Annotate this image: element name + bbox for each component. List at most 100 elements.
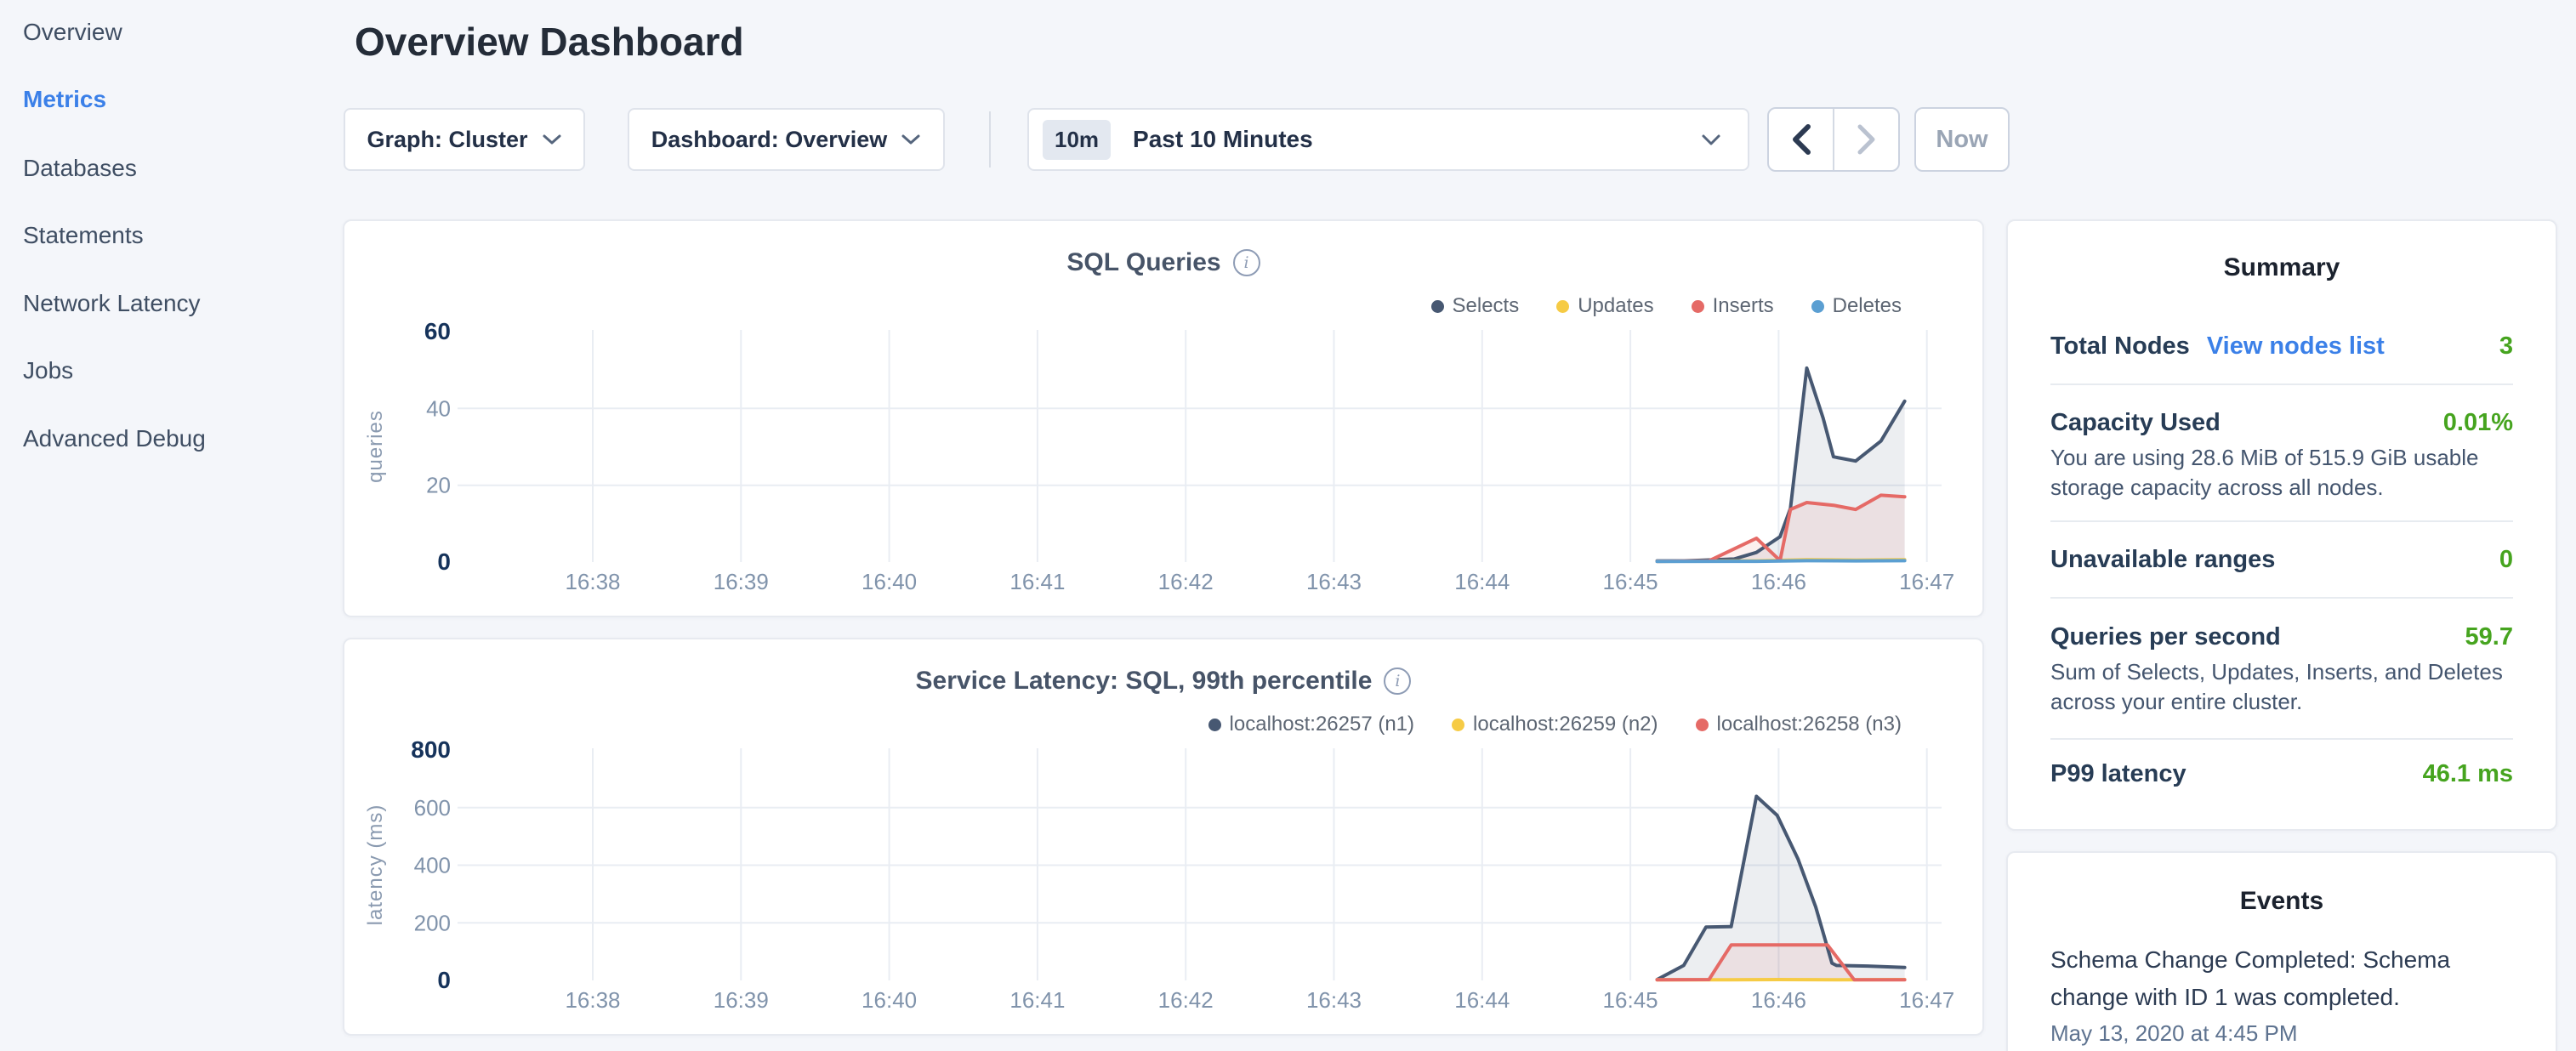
capacity-description: You are using 28.6 MiB of 515.9 GiB usab… (2050, 443, 2518, 503)
summary-panel: Summary Total Nodes View nodes list 3 Ca… (2006, 219, 2557, 831)
capacity-value: 0.01% (2443, 409, 2513, 437)
info-icon[interactable]: i (1233, 249, 1260, 276)
summary-heading: Summary (2008, 253, 2556, 282)
svg-text:800: 800 (411, 736, 451, 763)
svg-text:16:46: 16:46 (1751, 987, 1806, 1013)
svg-text:16:39: 16:39 (714, 987, 769, 1013)
svg-text:60: 60 (424, 318, 451, 344)
legend-dot-icon (1208, 719, 1221, 731)
total-nodes-row: Total Nodes View nodes list 3 (2050, 329, 2513, 363)
sidebar-item-jobs[interactable]: Jobs (23, 357, 73, 384)
legend-item[interactable]: Selects (1431, 294, 1520, 318)
view-nodes-list-link[interactable]: View nodes list (2207, 332, 2385, 361)
svg-text:latency (ms): latency (ms) (364, 804, 387, 926)
svg-text:16:43: 16:43 (1306, 987, 1362, 1013)
svg-text:16:39: 16:39 (714, 569, 769, 594)
svg-text:16:38: 16:38 (565, 569, 620, 594)
svg-text:40: 40 (426, 395, 451, 421)
svg-text:600: 600 (414, 795, 451, 821)
legend-dot-icon (1556, 300, 1569, 313)
legend-dot-icon (1431, 300, 1444, 313)
chevron-down-icon (901, 133, 921, 146)
chart-plot[interactable]: 16:38 16:39 16:40 16:41 16:42 16:43 16:44 16:45… (344, 316, 1986, 616)
qps-description: Sum of Selects, Updates, Inserts, and De… (2050, 657, 2518, 717)
svg-text:20: 20 (426, 473, 451, 498)
chart-title: Service Latency: SQL, 99th percentile (916, 667, 1373, 696)
legend-item[interactable]: localhost:26257 (n1) (1208, 713, 1414, 736)
now-button[interactable]: Now (1914, 107, 2010, 172)
page-title: Overview Dashboard (355, 19, 744, 65)
dashboard-label: Dashboard: Overview (651, 127, 888, 153)
svg-text:0: 0 (437, 548, 451, 575)
svg-text:16:41: 16:41 (1009, 987, 1065, 1013)
svg-text:16:44: 16:44 (1454, 569, 1510, 594)
svg-text:16:47: 16:47 (1899, 569, 1954, 594)
chart-plot[interactable]: 16:38 16:39 16:40 16:41 16:42 16:43 16:44 16:45… (344, 735, 1986, 1034)
summary-divider (2050, 597, 2513, 599)
total-nodes-value: 3 (2499, 332, 2513, 361)
unavailable-ranges-row: Unavailable ranges 0 (2050, 543, 2513, 577)
svg-text:16:38: 16:38 (565, 987, 620, 1013)
svg-text:16:45: 16:45 (1603, 987, 1658, 1013)
svg-text:queries: queries (364, 410, 387, 483)
sql-queries-chart-card: SQL Queries i Selects Updates Inserts Delet… (343, 219, 1984, 617)
svg-text:400: 400 (414, 853, 451, 878)
dashboard-dropdown[interactable]: Dashboard: Overview (628, 108, 945, 171)
events-panel: Events Schema Change Completed: Schema c… (2006, 851, 2557, 1051)
svg-text:16:42: 16:42 (1158, 987, 1214, 1013)
time-range-badge: 10m (1043, 120, 1111, 160)
legend-item[interactable]: Deletes (1811, 294, 1902, 318)
step-back-button[interactable] (1769, 109, 1833, 170)
sidebar-item-databases[interactable]: Databases (23, 155, 137, 182)
capacity-row: Capacity Used 0.01% (2050, 406, 2513, 440)
info-icon[interactable]: i (1384, 668, 1411, 695)
svg-text:16:41: 16:41 (1009, 569, 1065, 594)
chevron-down-icon (1700, 132, 1722, 147)
time-range-label: Past 10 Minutes (1133, 126, 1313, 153)
time-step-buttons (1767, 107, 1900, 172)
service-latency-chart-card: Service Latency: SQL, 99th percentile i … (343, 638, 1984, 1036)
p99-latency-value: 46.1 ms (2423, 760, 2513, 788)
unavailable-ranges-label: Unavailable ranges (2050, 546, 2275, 574)
summary-divider (2050, 383, 2513, 385)
legend-item[interactable]: localhost:26258 (n3) (1696, 713, 1902, 736)
qps-label: Queries per second (2050, 623, 2281, 651)
event-message[interactable]: Schema Change Completed: Schema change w… (2050, 941, 2518, 1016)
event-timestamp: May 13, 2020 at 4:45 PM (2050, 1020, 2298, 1047)
sidebar-item-network-latency[interactable]: Network Latency (23, 290, 201, 317)
chart-title: SQL Queries (1066, 248, 1220, 277)
summary-divider (2050, 738, 2513, 740)
graph-scope-label: Graph: Cluster (367, 127, 527, 153)
legend-item[interactable]: Updates (1556, 294, 1653, 318)
legend-dot-icon (1692, 300, 1704, 313)
graph-scope-dropdown[interactable]: Graph: Cluster (344, 108, 585, 171)
step-forward-button[interactable] (1833, 109, 1898, 170)
svg-text:16:40: 16:40 (862, 987, 917, 1013)
events-heading: Events (2008, 887, 2556, 916)
chart-legend: Selects Updates Inserts Deletes (1431, 294, 1902, 318)
legend-dot-icon (1452, 719, 1464, 731)
total-nodes-label: Total Nodes (2050, 332, 2190, 361)
summary-divider (2050, 520, 2513, 522)
sidebar-item-metrics[interactable]: Metrics (23, 86, 106, 113)
svg-text:16:40: 16:40 (862, 569, 917, 594)
svg-text:0: 0 (437, 967, 451, 993)
svg-text:16:43: 16:43 (1306, 569, 1362, 594)
svg-text:16:42: 16:42 (1158, 569, 1214, 594)
time-range-selector[interactable]: 10m Past 10 Minutes (1027, 108, 1749, 171)
svg-text:16:44: 16:44 (1454, 987, 1510, 1013)
svg-text:200: 200 (414, 910, 451, 935)
capacity-label: Capacity Used (2050, 409, 2221, 437)
sidebar-item-advanced-debug[interactable]: Advanced Debug (23, 425, 206, 452)
legend-dot-icon (1696, 719, 1709, 731)
svg-text:16:47: 16:47 (1899, 987, 1954, 1013)
svg-text:16:46: 16:46 (1751, 569, 1806, 594)
legend-item[interactable]: localhost:26259 (n2) (1452, 713, 1658, 736)
unavailable-ranges-value: 0 (2499, 546, 2513, 574)
svg-text:16:45: 16:45 (1603, 569, 1658, 594)
p99-latency-row: P99 latency 46.1 ms (2050, 757, 2513, 791)
sidebar-item-statements[interactable]: Statements (23, 222, 144, 249)
legend-item[interactable]: Inserts (1692, 294, 1774, 318)
sidebar-item-overview[interactable]: Overview (23, 19, 122, 46)
chart-legend: localhost:26257 (n1) localhost:26259 (n2)… (1208, 713, 1902, 736)
